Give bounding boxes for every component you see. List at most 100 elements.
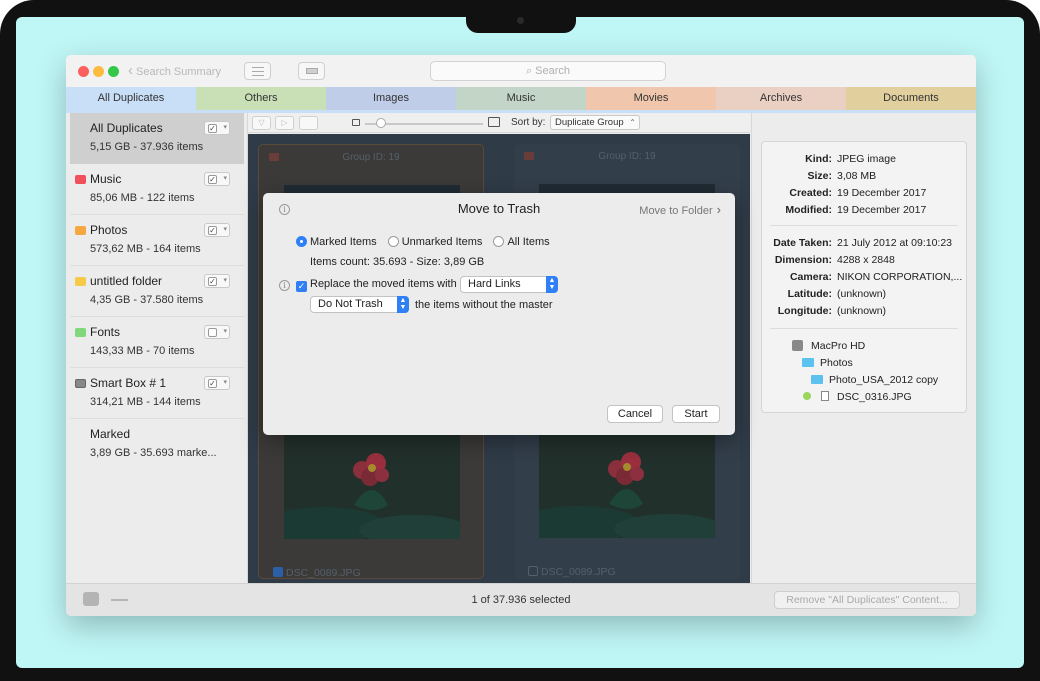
sidebar-item-fonts[interactable]: Fonts 143,33 MB - 70 items ▾: [70, 317, 244, 368]
trash-suffix-label: the items without the master: [415, 299, 553, 311]
chevron-down-icon: ▾: [223, 328, 227, 335]
hard-disk-icon: [792, 340, 803, 351]
file-checkbox[interactable]: [528, 566, 538, 576]
folder-icon: [75, 277, 86, 286]
remove-content-button[interactable]: Remove "All Duplicates" Content...: [774, 591, 960, 609]
path-file[interactable]: DSC_0316.JPG: [803, 390, 912, 404]
file-name[interactable]: DSC_0089.JPG: [273, 567, 361, 579]
info-row-kind: Kind: JPEG image: [762, 152, 968, 166]
path-subfolder[interactable]: Photo_USA_2012 copy: [811, 373, 938, 387]
info-value: 21 July 2012 at 09:10:23: [837, 237, 953, 249]
sidebar-item-all-duplicates[interactable]: All Duplicates 5,15 GB - 37.936 items ✓ ▾: [70, 113, 244, 164]
mark-checkbox[interactable]: ✓ ▾: [204, 121, 230, 135]
info-row-longitude: Longitude: (unknown): [762, 304, 968, 318]
info-row-date-taken: Date Taken: 21 July 2012 at 09:10:23: [762, 236, 968, 250]
folder-icon: [75, 175, 86, 184]
grid-view-button[interactable]: [298, 62, 325, 80]
app-window: ‹ Search Summary ⌕ Search All Duplicates …: [66, 55, 976, 616]
mark-checkbox[interactable]: ✓ ▾: [204, 274, 230, 288]
thumbnail: [539, 434, 715, 538]
zoom-button[interactable]: [108, 66, 119, 77]
move-to-folder-link[interactable]: Move to Folder ›: [639, 202, 721, 217]
slider-knob[interactable]: [376, 118, 386, 128]
radio-marked-items[interactable]: [296, 236, 307, 247]
sort-select[interactable]: Duplicate Group ⌃: [550, 115, 640, 130]
mark-checkbox[interactable]: ✓ ▾: [204, 223, 230, 237]
path-label: MacPro HD: [811, 340, 866, 352]
chevron-updown-icon: ▲ ▼: [397, 296, 409, 313]
info-row-dimension: Dimension: 4288 x 2848: [762, 253, 968, 267]
radio-label: Unmarked Items: [401, 236, 483, 248]
play-button[interactable]: ▷: [275, 116, 294, 130]
tab-all-duplicates[interactable]: All Duplicates: [66, 87, 196, 110]
info-row-camera: Camera: NIKON CORPORATION,...: [762, 270, 968, 284]
sidebar-item-smart-box[interactable]: Smart Box # 1 314,21 MB - 144 items ✓ ▾: [70, 368, 244, 419]
cancel-button[interactable]: Cancel: [607, 405, 663, 423]
info-row-created: Created: 19 December 2017: [762, 186, 968, 200]
tab-label: Others: [244, 92, 278, 104]
replace-with-select[interactable]: Hard Links ▲ ▼: [460, 276, 558, 293]
chevron-updown-icon: ▲ ▼: [546, 276, 558, 293]
mark-checkbox[interactable]: ▾: [204, 325, 230, 339]
chevron-left-icon: ‹: [128, 62, 133, 79]
mark-checkbox[interactable]: ✓ ▾: [204, 376, 230, 390]
back-button[interactable]: ‹ Search Summary: [128, 62, 221, 80]
start-button[interactable]: Start: [672, 405, 720, 423]
preview-button[interactable]: [299, 116, 318, 130]
status-dot-icon: [803, 392, 811, 400]
sidebar-item-info: 3,89 GB - 35.693 marke...: [90, 447, 217, 459]
info-icon[interactable]: i: [279, 280, 290, 291]
tab-movies[interactable]: Movies: [586, 87, 716, 110]
sidebar-item-info: 4,35 GB - 37.580 items: [90, 294, 204, 306]
divider: [770, 328, 958, 329]
radio-unmarked-items[interactable]: [387, 236, 399, 247]
mark-checkbox[interactable]: ✓ ▾: [204, 172, 230, 186]
titlebar: ‹ Search Summary ⌕ Search: [66, 55, 976, 87]
scope-radio-group: Marked Items Unmarked Items All Items: [296, 236, 558, 248]
sort-value: Duplicate Group: [555, 117, 624, 128]
sidebar-item-name: Fonts: [90, 325, 121, 339]
minimize-button[interactable]: [93, 66, 104, 77]
sidebar-item-info: 85,06 MB - 122 items: [90, 192, 195, 204]
search-field[interactable]: ⌕ Search: [430, 61, 666, 81]
sidebar-item-name: All Duplicates: [90, 121, 163, 135]
content-toolbar: ▽ ▷ Sort by: Duplicate Group ⌃: [248, 113, 750, 133]
divider: [770, 225, 958, 226]
tab-archives[interactable]: Archives: [716, 87, 846, 110]
path-disk[interactable]: MacPro HD: [792, 339, 865, 353]
folder-icon: [75, 328, 86, 337]
close-button[interactable]: [78, 66, 89, 77]
sidebar-item-name: untitled folder: [90, 274, 163, 288]
radio-all-items[interactable]: [493, 236, 505, 247]
sidebar-item-photos[interactable]: Photos 573,62 MB - 164 items ✓ ▾: [70, 215, 244, 266]
camera-dot: [517, 17, 524, 24]
file-name[interactable]: DSC_0089.JPG: [528, 566, 616, 578]
folder-icon: [802, 358, 814, 367]
sidebar: All Duplicates 5,15 GB - 37.936 items ✓ ▾…: [66, 113, 248, 583]
tab-label: Documents: [883, 92, 939, 104]
trash-mode-select[interactable]: Do Not Trash ▲ ▼: [310, 296, 409, 313]
tab-images[interactable]: Images: [326, 87, 456, 110]
sidebar-item-name: Photos: [90, 223, 128, 237]
sort-label: Sort by:: [511, 117, 546, 128]
file-checkbox[interactable]: [273, 567, 283, 577]
filter-button[interactable]: ▽: [252, 116, 271, 130]
tab-others[interactable]: Others: [196, 87, 326, 110]
tab-documents[interactable]: Documents: [846, 87, 976, 110]
list-view-button[interactable]: [244, 62, 271, 80]
path-folder[interactable]: Photos: [802, 356, 853, 370]
replace-checkbox[interactable]: ✓: [296, 281, 307, 292]
info-value: JPEG image: [837, 153, 896, 165]
sidebar-item-untitled-folder[interactable]: untitled folder 4,35 GB - 37.580 items ✓…: [70, 266, 244, 317]
info-value: 19 December 2017: [837, 204, 927, 216]
sidebar-item-music[interactable]: Music 85,06 MB - 122 items ✓ ▾: [70, 164, 244, 215]
thumbnail: [284, 435, 460, 539]
sidebar-item-marked[interactable]: Marked 3,89 GB - 35.693 marke...: [70, 419, 244, 470]
group-label: Group ID: 19: [598, 151, 656, 162]
chevron-right-icon: ›: [716, 202, 721, 217]
tab-label: Images: [372, 92, 410, 104]
tab-music[interactable]: Music: [456, 87, 586, 110]
sidebar-item-name: Music: [90, 172, 122, 186]
chevron-down-icon: ▾: [223, 124, 227, 131]
info-value: NIKON CORPORATION,...: [837, 271, 963, 283]
